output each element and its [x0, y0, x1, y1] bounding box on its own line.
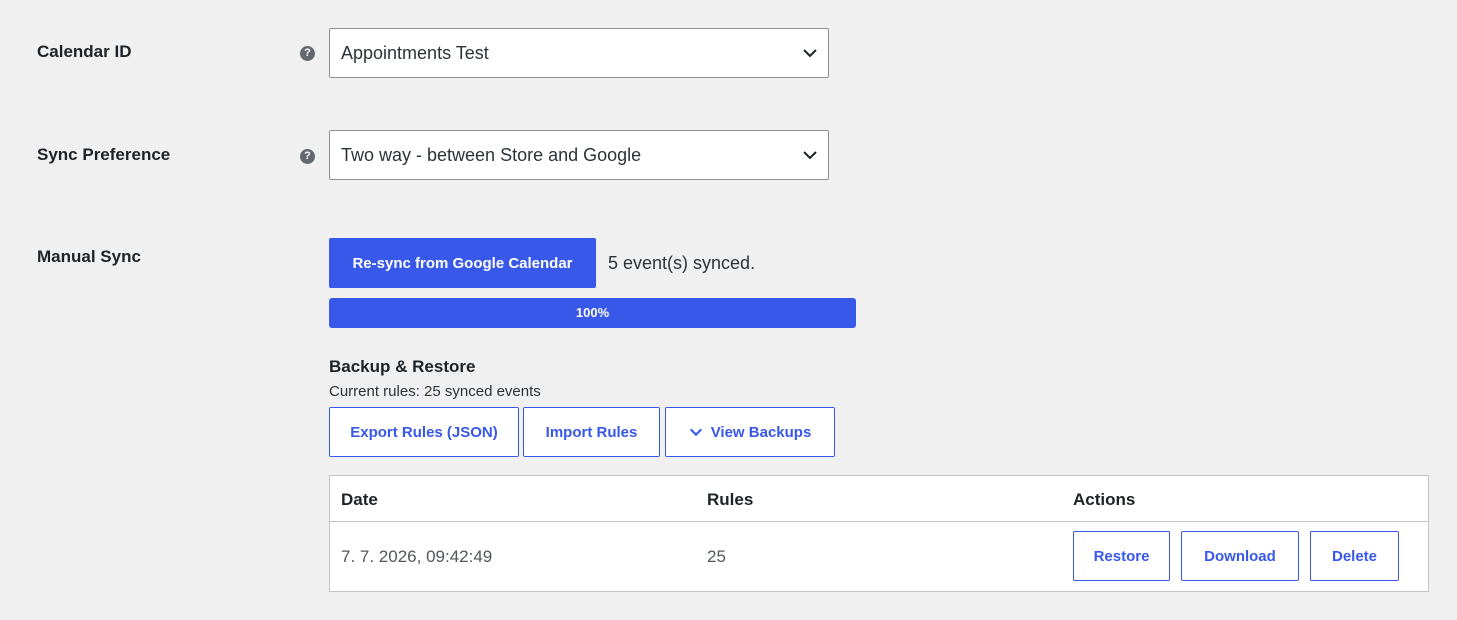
calendar-id-help-icon[interactable]: ?	[300, 46, 315, 61]
sync-progress-label: 100%	[575, 305, 610, 320]
backup-date-cell: 7. 7. 2026, 09:42:49	[341, 547, 493, 566]
sync-preference-label: Sync Preference	[37, 145, 171, 164]
table-header-date: Date	[341, 490, 378, 509]
sync-progress-bar: 100%	[329, 298, 856, 328]
table-header-divider	[330, 521, 1428, 522]
export-rules-button[interactable]: Export Rules (JSON)	[329, 407, 519, 457]
manual-sync-label: Manual Sync	[37, 247, 141, 266]
sync-preference-select[interactable]: Two way - between Store and Google	[329, 130, 829, 180]
calendar-id-selected-value: Appointments Test	[341, 43, 489, 63]
table-header-actions: Actions	[1073, 490, 1136, 509]
view-backups-button[interactable]: View Backups	[665, 407, 835, 457]
delete-button[interactable]: Delete	[1310, 531, 1399, 581]
resync-button[interactable]: Re-sync from Google Calendar	[329, 238, 596, 288]
sync-preference-help-icon[interactable]: ?	[300, 149, 315, 164]
chevron-down-icon	[803, 49, 817, 58]
chevron-down-icon	[803, 151, 817, 160]
table-header-rules: Rules	[707, 490, 754, 509]
chevron-down-icon	[689, 428, 702, 437]
calendar-id-select[interactable]: Appointments Test	[329, 28, 829, 78]
view-backups-label: View Backups	[710, 423, 812, 441]
calendar-id-label: Calendar ID	[37, 42, 132, 61]
backup-restore-title: Backup & Restore	[329, 357, 476, 376]
backup-rules-cell: 25	[707, 547, 726, 566]
sync-preference-selected-value: Two way - between Store and Google	[341, 145, 642, 165]
current-rules-text: Current rules: 25 synced events	[329, 383, 541, 400]
restore-button[interactable]: Restore	[1073, 531, 1170, 581]
import-rules-button[interactable]: Import Rules	[523, 407, 660, 457]
backups-table: Date Rules Actions 7. 7. 2026, 09:42:49 …	[329, 475, 1429, 592]
sync-status-text: 5 event(s) synced.	[608, 253, 756, 273]
download-button[interactable]: Download	[1181, 531, 1299, 581]
